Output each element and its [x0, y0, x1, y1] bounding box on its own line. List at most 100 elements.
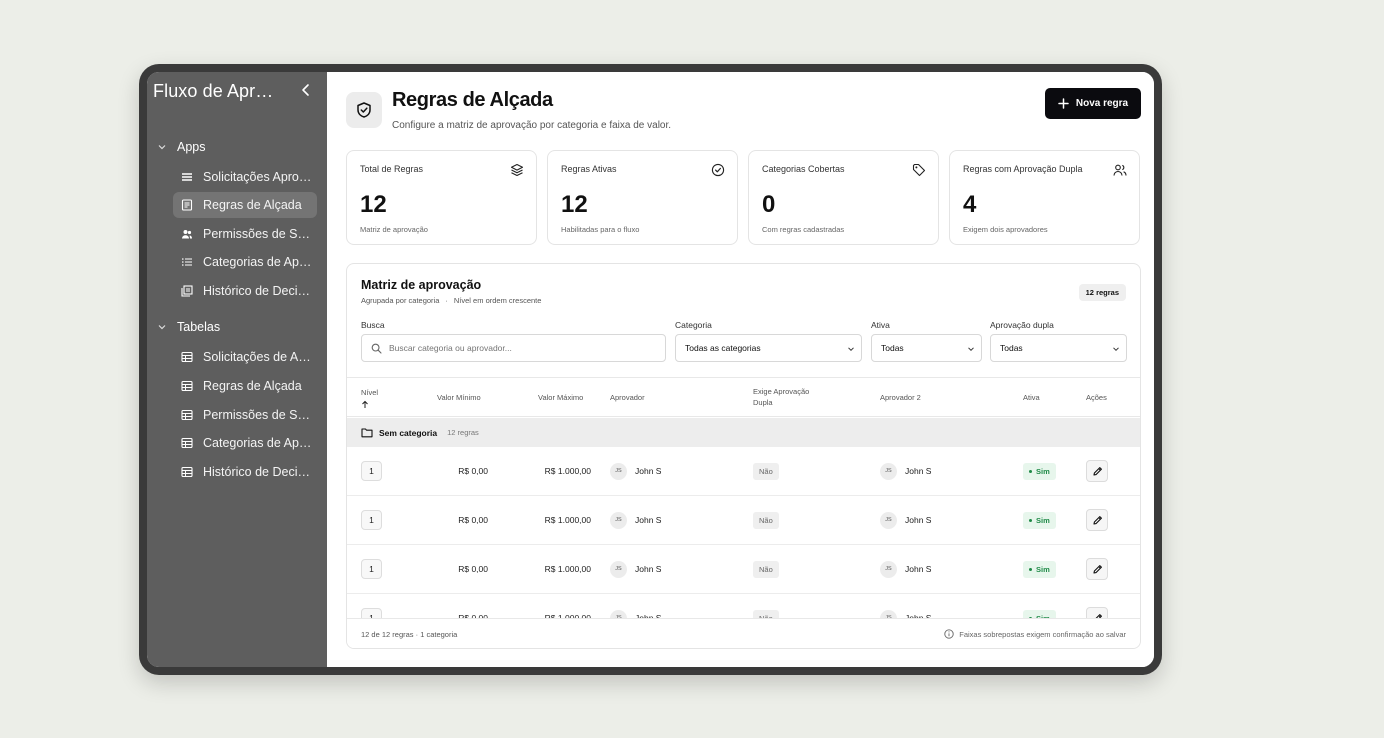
panel-subtitle-grouping: Agrupada por categoria [361, 296, 440, 305]
double-approval-select[interactable]: Todas [990, 334, 1127, 362]
column-header-double-line2: Dupla [753, 398, 773, 407]
menu-lines-icon [181, 171, 193, 183]
search-field[interactable] [361, 334, 666, 362]
search-input[interactable] [389, 343, 639, 353]
plus-icon [1058, 98, 1069, 109]
max-value-cell: R$ 1.000,00 [544, 515, 591, 525]
pencil-icon [1092, 515, 1102, 525]
stat-card-total: Total de Regras 12 Matriz de aprovação [346, 150, 537, 245]
column-header-double: Exige Aprovação Dupla [753, 386, 809, 408]
column-header-actions: Ações [1086, 393, 1107, 402]
sidebar-group-apps[interactable]: Apps [157, 136, 206, 158]
sidebar-item-solicitacoes-aprovacao[interactable]: Solicitações Aprovação [173, 164, 317, 190]
avatar: JS [880, 511, 897, 529]
chevron-left-icon[interactable] [299, 82, 313, 98]
active-status-label: Sim [1036, 466, 1050, 476]
table-row[interactable]: 1 R$ 0,00 R$ 1.000,00 JS John S Não JS John S Si… [347, 545, 1140, 594]
table-row[interactable]: 1 R$ 0,00 R$ 1.000,00 JS John S Não JS John S Si… [347, 496, 1140, 545]
approver-name: John S [635, 466, 662, 476]
level-badge: 1 [361, 510, 382, 530]
sidebar-item-tabela-historico[interactable]: Histórico de Decisões [173, 459, 317, 485]
sidebar-item-regras-de-alcada[interactable]: Regras de Alçada [173, 192, 317, 218]
sidebar-item-label: Regras de Alçada [203, 198, 302, 212]
active-status-label: Sim [1036, 515, 1050, 525]
sidebar-item-tabela-categorias[interactable]: Categorias de Aprovação [173, 430, 317, 456]
group-count: 12 regras [447, 428, 479, 437]
category-filter-label: Categoria [675, 320, 712, 330]
sidebar-item-label: Categorias de Aprovação [203, 436, 313, 450]
status-dot-icon [1029, 469, 1032, 473]
chevron-down-icon [1113, 347, 1119, 352]
active-status-label: Sim [1036, 564, 1050, 574]
search-label: Busca [361, 320, 385, 330]
approver-name: John S [635, 564, 662, 574]
stat-label: Total de Regras [360, 164, 424, 174]
level-cell: 1 [361, 496, 382, 544]
arrow-up-icon [362, 400, 368, 408]
double-approval-cell: Não [753, 447, 779, 495]
active-select-value: Todas [881, 343, 904, 353]
chevron-down-icon [158, 145, 166, 150]
edit-button[interactable] [1086, 558, 1108, 580]
active-select[interactable]: Todas [871, 334, 982, 362]
layers-icon [510, 163, 524, 177]
level-cell: 1 [361, 447, 382, 495]
sidebar-item-categorias-de-aprovacao[interactable]: Categorias de Aprovação [173, 249, 317, 275]
tag-icon [912, 163, 926, 177]
rules-count-badge: 12 regras [1078, 284, 1126, 301]
sidebar-item-historico-de-decisoes[interactable]: Histórico de Decisões [173, 278, 317, 304]
category-group-row[interactable]: Sem categoria 12 regras [347, 418, 1140, 447]
panel-subtitle-separator: · [445, 296, 448, 305]
column-header-level[interactable]: Nível [361, 387, 378, 412]
level-badge: 1 [361, 461, 382, 481]
stat-description: Exigem dois aprovadores [963, 225, 1048, 234]
column-header-approver2: Aprovador 2 [880, 393, 921, 402]
stat-value: 0 [762, 191, 776, 218]
panel-subtitle: Agrupada por categoria · Nível em ordem … [361, 296, 541, 305]
sidebar-group-label: Tabelas [177, 320, 221, 334]
status-dot-icon [1029, 567, 1032, 571]
sidebar-item-label: Solicitações Aprovação [203, 170, 313, 184]
avatar: JS [610, 560, 627, 578]
main-content: Regras de Alçada Configure a matriz de a… [327, 72, 1154, 667]
chevron-down-icon [968, 347, 974, 352]
approver2-cell: JS John S [880, 447, 931, 495]
double-approval-cell: Não [753, 496, 779, 544]
sidebar-item-tabela-permissoes[interactable]: Permissões de Solicitação [173, 402, 317, 428]
list-icon [181, 256, 193, 268]
new-rule-button[interactable]: Nova regra [1045, 88, 1141, 119]
sidebar-item-permissoes-de-solicitacao[interactable]: Permissões de Solicitação [173, 221, 317, 247]
page-subtitle: Configure a matriz de aprovação por cate… [392, 120, 672, 131]
column-header-max: Valor Máximo [538, 393, 584, 402]
users-icon [1113, 163, 1127, 177]
double-approval-cell: Não [753, 545, 779, 593]
chevron-down-icon [848, 347, 854, 352]
status-dot-icon [1029, 518, 1032, 522]
approver-cell: JS John S [610, 447, 661, 495]
shield-check-icon [346, 92, 382, 128]
table-row[interactable]: 1 R$ 0,00 R$ 1.000,00 JS John S Não JS John S Si… [347, 447, 1140, 496]
app-window: Fluxo de Aprovação Apps Solicitações Apr… [147, 72, 1154, 667]
column-header-min: Valor Mínimo [437, 393, 481, 402]
approval-matrix-panel: Matriz de aprovação Agrupada por categor… [346, 263, 1141, 649]
actions-cell [1086, 496, 1108, 544]
pencil-icon [1092, 564, 1102, 574]
approver2-name: John S [905, 515, 932, 525]
active-status-badge: Sim [1023, 511, 1056, 529]
new-rule-label: Nova regra [1075, 98, 1129, 109]
category-select[interactable]: Todas as categorias [675, 334, 862, 362]
pencil-icon [1092, 466, 1102, 476]
min-value-cell: R$ 0,00 [458, 466, 488, 476]
approver-cell: JS John S [610, 545, 661, 593]
sidebar-item-tabela-solicitacoes[interactable]: Solicitações de Aprovação [173, 344, 317, 370]
history-icon [181, 285, 193, 297]
max-value-cell: R$ 1.000,00 [544, 466, 591, 476]
edit-button[interactable] [1086, 509, 1108, 531]
stat-value: 12 [360, 191, 387, 218]
avatar: JS [880, 560, 897, 578]
sidebar-item-tabela-regras[interactable]: Regras de Alçada [173, 373, 317, 399]
actions-cell [1086, 447, 1108, 495]
sidebar-group-tabelas[interactable]: Tabelas [157, 316, 220, 338]
edit-button[interactable] [1086, 460, 1108, 482]
table-icon [181, 466, 193, 478]
